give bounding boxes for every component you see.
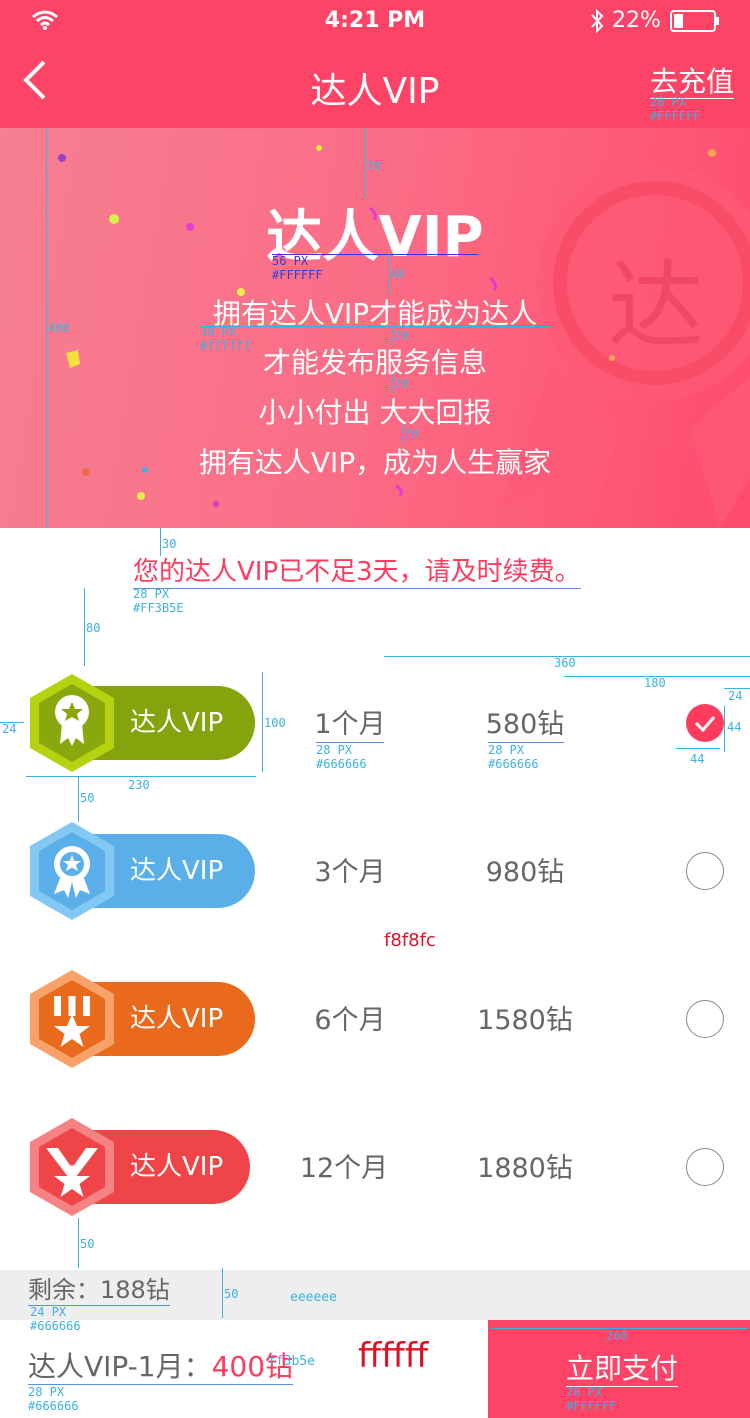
rosette-star-icon xyxy=(30,822,114,920)
annotation: 230 xyxy=(128,778,150,792)
battery-percent: 22% xyxy=(612,8,661,33)
pay-now-label[interactable]: 立即支付 xyxy=(566,1352,679,1387)
annotation-line xyxy=(78,1218,79,1268)
remaining-balance: 剩余：188钻 xyxy=(28,1276,170,1306)
annotation-color: ff3b5e xyxy=(268,1354,315,1369)
annotation-underline xyxy=(200,326,550,327)
annotation: 28 PX xyxy=(488,743,525,757)
annotation-line xyxy=(392,374,393,394)
annotation: #666666 xyxy=(316,757,367,771)
annotation: 56 PX xyxy=(272,254,309,268)
bluetooth-icon xyxy=(591,8,604,34)
expiry-notice: 您的达人VIP已不足3天，请及时续费。 xyxy=(133,557,581,589)
annotation-line xyxy=(26,776,256,777)
banner-line-3: 小小付出 大大回报 xyxy=(258,396,492,429)
plan-radio[interactable] xyxy=(686,1148,724,1186)
crown-star-icon xyxy=(30,1118,114,1216)
annotation-line xyxy=(364,128,365,198)
plan-duration: 1个月 xyxy=(314,709,386,740)
annotation: #FF3B5E xyxy=(133,601,184,615)
plan-row-4[interactable]: 达人VIP 12个月 1880钻 xyxy=(0,1116,750,1226)
annotation-line xyxy=(222,1268,223,1318)
plan-radio[interactable] xyxy=(686,852,724,890)
annotation: 360 xyxy=(554,656,576,670)
annotation: 40 xyxy=(390,267,405,281)
annotation-line xyxy=(388,254,389,294)
annotation: 28 PX xyxy=(133,587,170,601)
plan-radio[interactable] xyxy=(686,1000,724,1038)
plan-row-1[interactable]: 达人VIP 1个月 580钻 xyxy=(0,672,750,782)
rosette-star-icon xyxy=(30,674,114,772)
plan-duration: 12个月 xyxy=(299,1153,389,1184)
plan-price: 980钻 xyxy=(485,857,565,888)
plan-duration: 6个月 xyxy=(314,1005,386,1036)
annotation: #666666 xyxy=(488,757,539,771)
plan-price: 1580钻 xyxy=(477,1005,573,1036)
annotation: 30 PX xyxy=(200,325,237,339)
annotation: 20 xyxy=(394,377,409,391)
plan-price: 580钻 xyxy=(485,709,565,740)
vip-banner: 达 达人VIP 56 PX #FFFFFF 拥有达人VIP才能成为达人 30 P… xyxy=(0,128,750,528)
annotation-line xyxy=(392,326,393,346)
page-title: 达人VIP xyxy=(310,71,440,112)
annotation: #666666 xyxy=(30,1319,81,1333)
plan-label: 达人VIP xyxy=(130,1152,224,1182)
annotation: 260 xyxy=(606,1329,628,1343)
plan-row-3[interactable]: 达人VIP 6个月 1580钻 xyxy=(0,968,750,1078)
plan-label: 达人VIP xyxy=(130,856,224,886)
plan-radio-selected[interactable] xyxy=(686,704,724,742)
annotation-line xyxy=(160,528,161,556)
annotation: 50 xyxy=(80,791,95,805)
annotation: 70 xyxy=(366,159,381,173)
plan-duration: 3个月 xyxy=(314,857,386,888)
banner-title: 达人VIP xyxy=(266,205,484,270)
annotation: 50 xyxy=(80,1237,95,1251)
annotation: 20 xyxy=(404,427,419,441)
annotation: 50 xyxy=(224,1287,239,1301)
plan-row-2[interactable]: 达人VIP 3个月 980钻 xyxy=(0,820,750,930)
annotation-bg-color: ffffff xyxy=(358,1336,429,1376)
annotation-line xyxy=(84,588,85,666)
annotation: #FFFFFF xyxy=(650,109,701,123)
annotation: 80 xyxy=(86,621,101,635)
battery-icon xyxy=(670,10,719,32)
annotation: 28 PX xyxy=(566,1385,603,1399)
annotation-bg-color: f8f8fc xyxy=(384,930,436,951)
banner-line-4: 拥有达人VIP，成为人生赢家 xyxy=(198,446,552,479)
annotation-line xyxy=(46,128,47,528)
annotation-bg-color: eeeeee xyxy=(290,1290,337,1305)
annotation: 20 xyxy=(394,329,409,343)
plan-label: 达人VIP xyxy=(130,708,224,738)
annotation: 400 xyxy=(48,321,70,335)
banner-line-2: 才能发布服务信息 xyxy=(262,346,487,379)
selected-plan-summary: 达人VIP-1月：400钻 xyxy=(28,1350,294,1385)
annotation-line xyxy=(402,424,403,444)
status-bar: 4:21 PM 22% xyxy=(0,0,750,44)
annotation: 24 PX xyxy=(30,1305,67,1319)
annotation-line xyxy=(262,672,263,772)
annotation: 30 xyxy=(162,537,177,551)
plan-label: 达人VIP xyxy=(130,1004,224,1034)
annotation: #FFFFFF xyxy=(272,268,323,282)
annotation: 28 PX xyxy=(650,95,687,109)
annotation: 28 PX xyxy=(316,743,353,757)
annotation: 24 xyxy=(2,722,17,736)
annotation: 28 PX xyxy=(28,1385,65,1399)
check-icon xyxy=(694,716,716,733)
medal-star-icon xyxy=(30,970,114,1068)
annotation: #666666 xyxy=(28,1399,79,1413)
annotation: #FFFFFF xyxy=(566,1399,617,1413)
plan-price: 1880钻 xyxy=(477,1153,573,1184)
annotation-line xyxy=(78,776,79,822)
annotation: 100 xyxy=(264,716,286,730)
selected-plan-label: 达人VIP-1月： xyxy=(28,1350,212,1383)
